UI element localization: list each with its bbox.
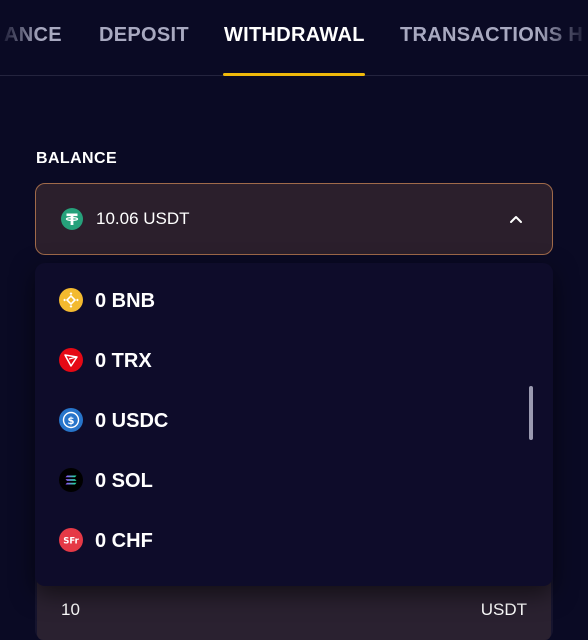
dropdown-option-sol[interactable]: 0 SOL	[35, 455, 515, 505]
balance-select[interactable]: 10.06 USDT	[35, 183, 553, 255]
dropdown-option-usdc[interactable]: $ 0 USDC	[35, 395, 515, 445]
tab-fade-left	[0, 0, 40, 70]
active-tab-indicator	[223, 73, 365, 76]
balance-dropdown: 0 BNB 0 TRX $ 0 USDC 0 SOL SFr 0 CHF	[35, 263, 553, 586]
tron-icon	[59, 348, 83, 372]
option-label: 0 SOL	[95, 470, 153, 492]
selected-balance: 10.06 USDT	[96, 209, 190, 228]
tab-fade-right	[538, 0, 588, 70]
svg-text:SFr: SFr	[63, 537, 79, 547]
dropdown-option-chf[interactable]: SFr 0 CHF	[35, 515, 515, 565]
chf-icon: SFr	[59, 528, 83, 552]
tab-bar: ANCE DEPOSIT WITHDRAWAL TRANSACTIONS H	[0, 0, 588, 76]
tab-deposit[interactable]: DEPOSIT	[99, 24, 189, 47]
tab-withdrawal[interactable]: WITHDRAWAL	[224, 24, 365, 47]
bnb-icon	[59, 288, 83, 312]
amount-value: 10	[61, 600, 80, 619]
amount-field[interactable]: 10 USDT	[37, 580, 551, 640]
chevron-up-icon	[506, 209, 526, 229]
usdc-icon: $	[59, 408, 83, 432]
balance-label: BALANCE	[36, 150, 118, 167]
solana-icon	[59, 468, 83, 492]
option-label: 0 CHF	[95, 530, 153, 552]
amount-unit: USDT	[480, 600, 527, 619]
dropdown-option-bnb[interactable]: 0 BNB	[35, 275, 515, 325]
option-label: 0 BNB	[95, 290, 156, 312]
tether-icon	[61, 208, 83, 235]
option-label: 0 USDC	[95, 410, 169, 432]
svg-text:$: $	[68, 416, 75, 427]
option-label: 0 TRX	[95, 350, 152, 372]
dropdown-scrollbar[interactable]	[529, 386, 533, 440]
dropdown-option-trx[interactable]: 0 TRX	[35, 335, 515, 385]
